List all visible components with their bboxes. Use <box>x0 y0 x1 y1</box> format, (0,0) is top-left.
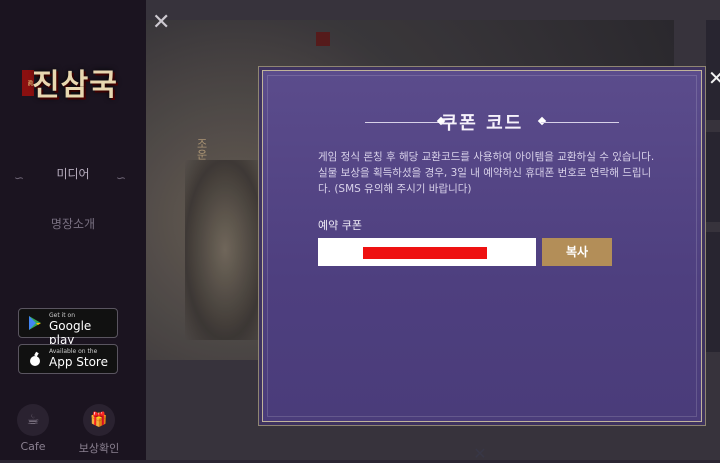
sidebar: 眞 진삼국 ∽ 미디어 ∽ 명장소개 Get it on Google play… <box>0 0 146 460</box>
gift-icon: 🎁 <box>83 404 115 436</box>
coupon-label: 예약 쿠폰 <box>318 219 362 232</box>
redaction-bar <box>363 247 487 259</box>
google-play-small-text: Get it on <box>49 312 76 319</box>
apple-icon <box>30 351 40 366</box>
nav-item-media-label: 미디어 <box>56 167 90 181</box>
app-store-small-text: Available on the <box>49 348 98 355</box>
nav-deco-left: ∽ <box>14 171 25 185</box>
google-play-icon <box>29 316 41 330</box>
modal-title-wrap: 쿠폰 코드 <box>263 109 701 135</box>
modal-title: 쿠폰 코드 <box>440 113 524 134</box>
coupon-modal: 쿠폰 코드 게임 정식 론칭 후 해당 교환코드를 사용하여 아이템을 교환하실… <box>262 70 702 422</box>
nav-deco-right: ∽ <box>115 171 126 185</box>
nav-item-general-intro[interactable]: 명장소개 <box>0 215 146 232</box>
reward-check-label: 보상확인 <box>78 442 120 455</box>
google-play-text: Google play <box>49 319 92 347</box>
reward-check-link[interactable]: 🎁 보상확인 <box>74 404 124 456</box>
game-logo[interactable]: 眞 진삼국 <box>10 20 136 103</box>
cafe-label: Cafe <box>20 440 46 453</box>
app-store-button[interactable]: Available on the App Store <box>18 344 118 374</box>
app-store-text: App Store <box>49 355 108 369</box>
logo-text: 진삼국 <box>32 68 118 103</box>
cafe-icon: ☕ <box>17 404 49 436</box>
cafe-link[interactable]: ☕ Cafe <box>8 404 58 453</box>
modal-description: 게임 정식 론칭 후 해당 교환코드를 사용하여 아이템을 교환하실 수 있습니… <box>318 151 655 195</box>
google-play-button[interactable]: Get it on Google play <box>18 308 118 347</box>
copy-button[interactable]: 복사 <box>542 238 612 266</box>
nav-item-media[interactable]: ∽ 미디어 ∽ <box>0 165 146 185</box>
